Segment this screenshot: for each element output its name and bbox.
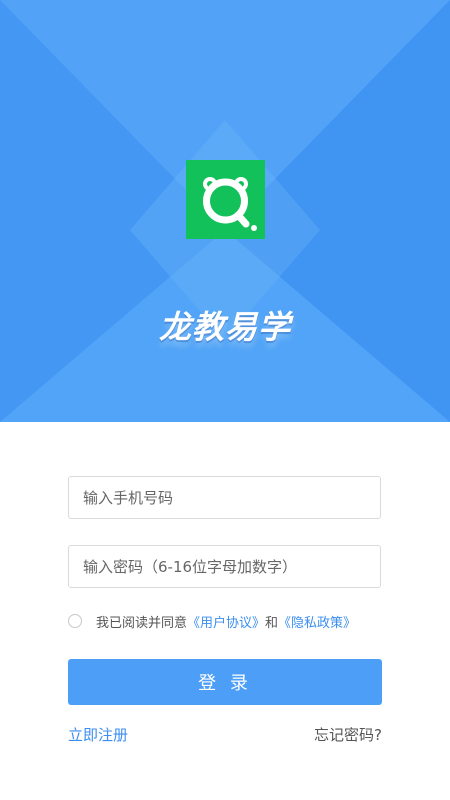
phone-input[interactable]	[68, 476, 381, 519]
agreement-prefix: 我已阅读并同意	[96, 615, 188, 631]
agreement-conjunction: 和	[265, 615, 279, 631]
bear-q-logo-icon	[203, 177, 257, 231]
agreement-row: 我已阅读并同意 《用户协议》 和 《隐私政策》	[68, 612, 356, 631]
brand-title: 龙教易学	[158, 308, 291, 346]
user-agreement-link[interactable]: 《用户协议》	[187, 612, 265, 631]
forgot-password-link[interactable]: 忘记密码?	[314, 724, 382, 745]
password-input[interactable]	[68, 545, 381, 588]
register-link[interactable]: 立即注册	[68, 724, 128, 745]
hero-banner: 龙教易学	[0, 0, 450, 422]
agreement-radio[interactable]	[68, 614, 82, 628]
privacy-policy-link[interactable]: 《隐私政策》	[278, 612, 356, 631]
app-logo	[186, 160, 265, 239]
login-button[interactable]: 登 录	[68, 659, 382, 705]
